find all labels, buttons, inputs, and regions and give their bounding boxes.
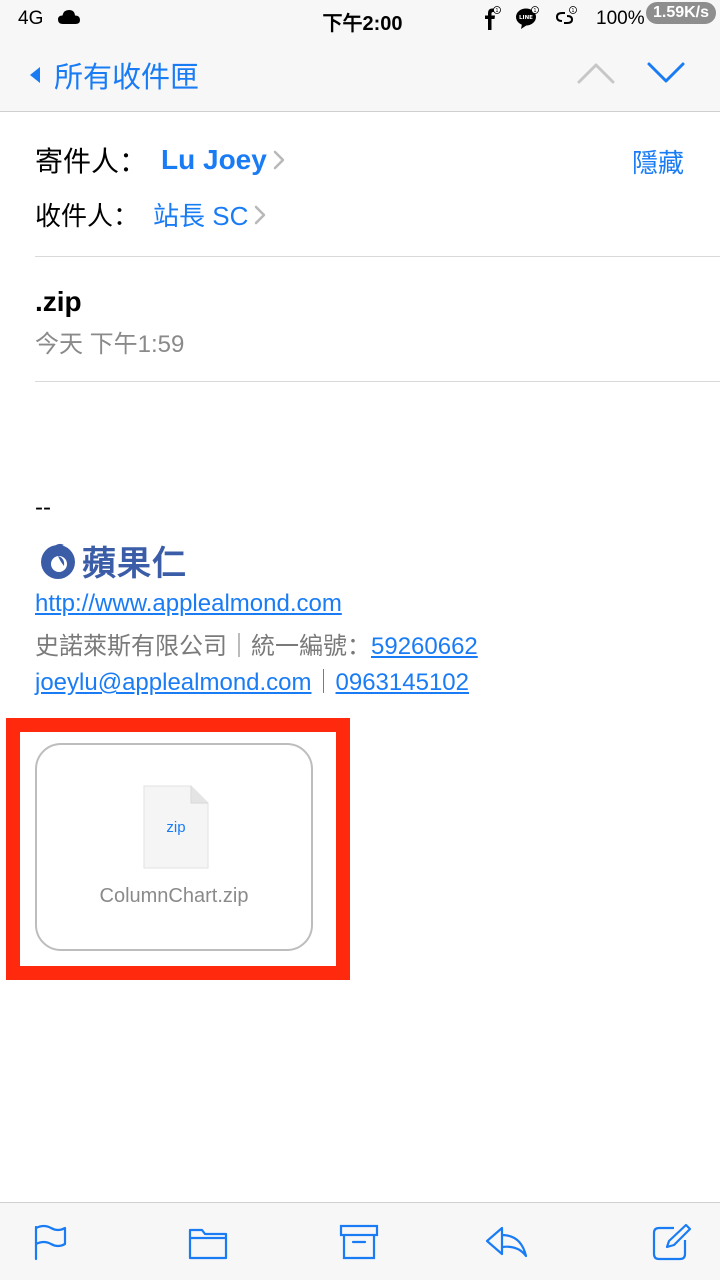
message-subject: .zip (35, 286, 82, 317)
file-extension: zip (166, 819, 186, 836)
recipient-name[interactable]: 站長 SC (153, 196, 248, 233)
facebook-icon: 1 (485, 6, 501, 30)
contact-row: joeylu@applealmond.com｜0963145102 (35, 662, 469, 697)
chevron-right-icon (273, 150, 285, 170)
next-message-icon[interactable] (646, 58, 686, 88)
svg-text:LINE: LINE (519, 15, 533, 21)
back-chevron-icon (30, 67, 40, 83)
subject-divider (35, 381, 720, 382)
notification-badge: 1 (571, 8, 574, 14)
signature-separator: -- (35, 494, 51, 521)
website-row: http://www.applealmond.com (35, 590, 342, 618)
from-label: 寄件人： (35, 146, 148, 177)
network-speed-badge: 1.59K/s (646, 2, 716, 24)
to-row: 收件人： 站長 SC (35, 196, 266, 233)
almond-logo-icon (41, 543, 75, 579)
status-app-icons: 1 LINE 1 1 (478, 5, 578, 31)
reply-icon[interactable] (485, 1223, 529, 1261)
phone-link[interactable]: 0963145102 (336, 669, 469, 696)
attachment-card[interactable]: zip ColumnChart.zip (35, 743, 313, 951)
company-info: 史諾萊斯有限公司｜統一編號： (35, 633, 371, 660)
sender-name[interactable]: Lu Joey (161, 144, 267, 176)
notification-badge: 1 (533, 8, 536, 14)
nav-bar: 所有收件匣 (0, 36, 720, 112)
tax-id-link[interactable]: 59260662 (371, 633, 478, 660)
compose-icon[interactable] (652, 1223, 692, 1261)
chevron-right-icon (255, 205, 266, 224)
to-label: 收件人： (35, 201, 140, 231)
logo-text: 蘋果仁 (82, 544, 187, 584)
line-icon: LINE 1 (516, 6, 539, 29)
back-button[interactable]: 所有收件匣 (28, 54, 199, 96)
notification-badge: 1 (495, 8, 498, 14)
email-link[interactable]: joeylu@applealmond.com (35, 669, 312, 696)
header-divider (35, 256, 720, 257)
battery-percent: 100% (596, 8, 645, 29)
flag-icon[interactable] (30, 1223, 70, 1261)
hide-details-button[interactable]: 隱藏 (632, 143, 684, 180)
previous-message-icon[interactable] (576, 58, 616, 88)
archive-icon[interactable] (339, 1223, 379, 1261)
website-link[interactable]: http://www.applealmond.com (35, 590, 342, 617)
attachment-filename: ColumnChart.zip (99, 885, 249, 907)
back-label: 所有收件匣 (54, 62, 200, 94)
contact-separator: ｜ (311, 669, 336, 696)
folder-icon[interactable] (188, 1223, 228, 1261)
status-bar: 4G 下午2:00 1 LINE 1 1 100% 1.59K/s (0, 0, 720, 36)
bottom-toolbar (0, 1202, 720, 1280)
message-date: 今天 下午1:59 (35, 331, 185, 358)
company-logo: 蘋果仁 (38, 536, 187, 585)
company-row: 史諾萊斯有限公司｜統一編號：59260662 (35, 626, 478, 661)
from-row: 寄件人： Lu Joey (35, 140, 285, 180)
link-icon: 1 (555, 6, 577, 24)
